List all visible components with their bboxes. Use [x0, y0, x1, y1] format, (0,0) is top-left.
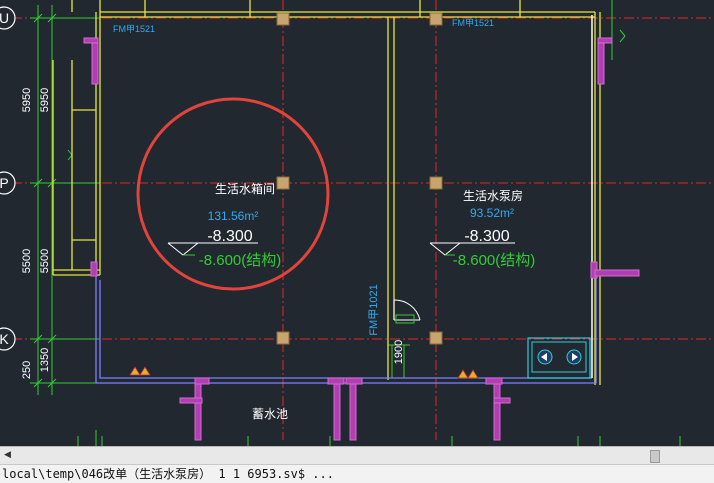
dim-text-outer-1: 5950 — [21, 88, 33, 112]
door-label-vertical: FM甲1021 — [368, 284, 380, 335]
axis-bubble-p[interactable]: P — [0, 171, 16, 195]
axis-lines — [12, 0, 714, 440]
dim-text-inner-2: 5500 — [39, 249, 51, 273]
dim-text-inner-3: 1350 — [39, 348, 51, 372]
command-line-bar[interactable]: local\temp\046改单（生活水泵房） 1 1 6953.sv$ ... — [0, 464, 714, 483]
door-label-top-left: FM甲1521 — [113, 24, 155, 34]
dim-text-inner-1: 5950 — [39, 88, 51, 112]
room-tank-elev-finish: -8.300 — [207, 228, 252, 245]
axis-label-k: K — [0, 331, 9, 347]
room-pump-elev-finish: -8.300 — [464, 228, 509, 245]
door-swing — [393, 299, 421, 321]
room-tank-elev-struct: -8.600(结构) — [199, 252, 282, 269]
room-reservoir-name[interactable]: 蓄水池 — [252, 407, 288, 421]
room-pump-area: 93.52m² — [470, 206, 514, 220]
cad-drawing-canvas[interactable]: U P K 5950 5950 5500 5500 250 1350 1900 … — [0, 0, 714, 467]
floor-plan-drawing[interactable]: U P K 5950 5950 5500 5500 250 1350 1900 … — [0, 0, 714, 467]
room-tank-label[interactable]: 生活水箱间 131.56m² -8.300 -8.600(结构) — [199, 181, 282, 269]
door-label-top-right: FM甲1521 — [452, 18, 494, 28]
pump-equipment[interactable] — [527, 337, 591, 379]
scroll-thumb[interactable] — [650, 450, 660, 463]
room-pump-name: 生活水泵房 — [463, 188, 523, 203]
arrow-right-icon — [566, 349, 582, 365]
room-tank-area: 131.56m² — [208, 209, 259, 223]
bottom-ticks — [77, 430, 681, 446]
dim-text-outer-2: 5500 — [21, 249, 33, 273]
axis-label-p: P — [0, 175, 9, 191]
room-pump-elev-struct: -8.600(结构) — [453, 252, 536, 269]
room-pump-label[interactable]: 生活水泵房 93.52m² -8.300 -8.600(结构) — [453, 188, 536, 269]
room-tank-name: 生活水箱间 — [215, 181, 275, 196]
axis-bubble-u[interactable]: U — [0, 6, 16, 30]
scroll-left-icon[interactable]: ◀ — [4, 449, 12, 461]
dim-text-outer-3: 250 — [21, 361, 33, 379]
command-line-text: local\temp\046改单（生活水泵房） 1 1 6953.sv$ ... — [2, 467, 334, 481]
horizontal-scrollbar[interactable]: ◀ — [0, 446, 714, 464]
arrow-left-icon — [537, 349, 553, 365]
dim-text-door: 1900 — [393, 340, 405, 364]
axis-bubble-k[interactable]: K — [0, 327, 16, 351]
outer-outline — [95, 270, 597, 384]
structural-stubs — [83, 37, 640, 441]
triangle-icon — [129, 366, 479, 379]
columns — [276, 12, 443, 345]
axis-label-u: U — [0, 10, 9, 26]
